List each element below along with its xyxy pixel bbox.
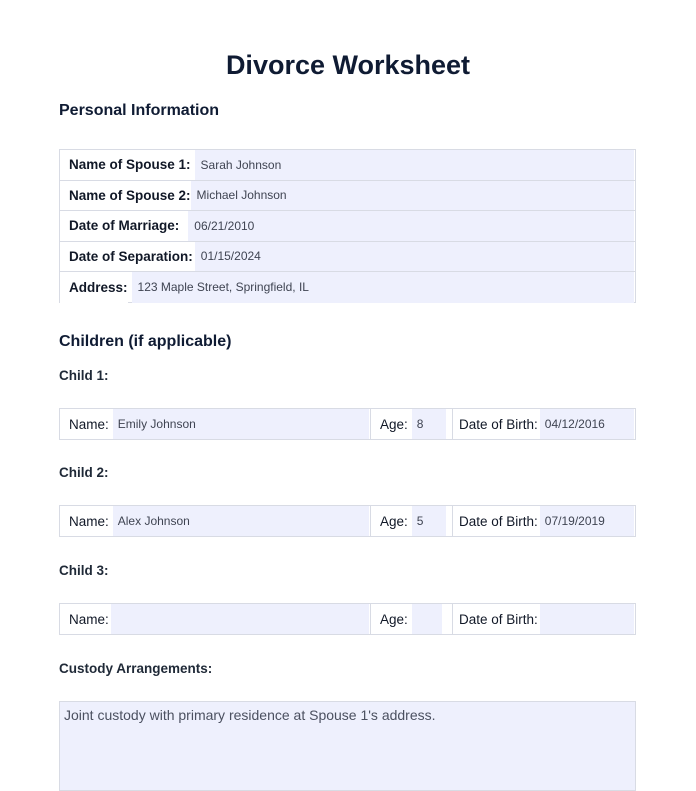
spouse1-row: Name of Spouse 1: Sarah Johnson xyxy=(60,150,635,181)
worksheet-page: Divorce Worksheet Personal Information N… xyxy=(0,0,696,791)
child3-heading: Child 3: xyxy=(59,563,109,578)
child2-name-cell: Name: Alex Johnson xyxy=(60,506,371,536)
child3-dob-field[interactable] xyxy=(539,604,634,634)
separation-date-label: Date of Separation: xyxy=(60,241,193,271)
spouse2-row: Name of Spouse 2: Michael Johnson xyxy=(60,180,635,211)
page-title: Divorce Worksheet xyxy=(225,50,471,80)
child1-dob-cell: Date of Birth: 04/12/2016 xyxy=(453,409,635,439)
personal-info-table: Name of Spouse 1: Sarah Johnson Name of … xyxy=(59,149,636,303)
child3-age-label: Age: xyxy=(380,611,408,627)
separation-date-field[interactable]: 01/15/2024 xyxy=(194,241,634,271)
child3-row: Name: Age: Date of Birth: xyxy=(59,603,636,635)
child2-name-label: Name: xyxy=(69,513,109,529)
child2-row: Name: Alex Johnson Age: 5 Date of Birth:… xyxy=(59,505,636,537)
separation-date-row: Date of Separation: 01/15/2024 xyxy=(60,241,635,272)
child1-name-cell: Name: Emily Johnson xyxy=(60,409,371,439)
address-row: Address: 123 Maple Street, Springfield, … xyxy=(60,272,635,303)
child2-dob-cell: Date of Birth: 07/19/2019 xyxy=(453,506,635,536)
children-heading: Children (if applicable) xyxy=(59,333,232,350)
spouse2-label: Name of Spouse 2: xyxy=(60,180,191,210)
child2-age-field[interactable]: 5 xyxy=(411,506,446,536)
child1-age-field[interactable]: 8 xyxy=(411,409,446,439)
child3-name-cell: Name: xyxy=(60,604,371,634)
child2-name-field[interactable]: Alex Johnson xyxy=(112,506,369,536)
child1-heading: Child 1: xyxy=(59,368,109,383)
child3-dob-cell: Date of Birth: xyxy=(453,604,635,634)
child2-dob-field[interactable]: 07/19/2019 xyxy=(539,506,634,536)
marriage-date-label: Date of Marriage: xyxy=(60,211,180,241)
child3-dob-label: Date of Birth: xyxy=(459,611,538,627)
address-field[interactable]: 123 Maple Street, Springfield, IL xyxy=(131,272,634,303)
child1-name-field[interactable]: Emily Johnson xyxy=(112,409,369,439)
child1-dob-field[interactable]: 04/12/2016 xyxy=(539,409,634,439)
marriage-date-row: Date of Marriage: 06/21/2010 xyxy=(60,211,635,242)
child1-age-cell: Age: 8 xyxy=(371,409,453,439)
child1-dob-label: Date of Birth: xyxy=(459,416,538,432)
child3-age-field[interactable] xyxy=(411,604,442,634)
personal-info-heading: Personal Information xyxy=(59,102,220,119)
child1-age-label: Age: xyxy=(380,416,408,432)
marriage-date-field[interactable]: 06/21/2010 xyxy=(188,211,634,241)
child3-name-label: Name: xyxy=(69,611,109,627)
spouse1-label: Name of Spouse 1: xyxy=(60,150,191,180)
child2-heading: Child 2: xyxy=(59,465,109,480)
child1-row: Name: Emily Johnson Age: 8 Date of Birth… xyxy=(59,408,636,440)
spouse1-field[interactable]: Sarah Johnson xyxy=(194,150,634,180)
address-label: Address: xyxy=(60,272,128,303)
child1-name-label: Name: xyxy=(69,416,109,432)
spouse2-field[interactable]: Michael Johnson xyxy=(190,180,634,210)
child3-name-field[interactable] xyxy=(110,604,369,634)
child3-age-cell: Age: xyxy=(371,604,453,634)
child2-age-label: Age: xyxy=(380,513,408,529)
custody-heading: Custody Arrangements: xyxy=(59,661,213,676)
child2-age-cell: Age: 5 xyxy=(371,506,453,536)
child2-dob-label: Date of Birth: xyxy=(459,513,538,529)
